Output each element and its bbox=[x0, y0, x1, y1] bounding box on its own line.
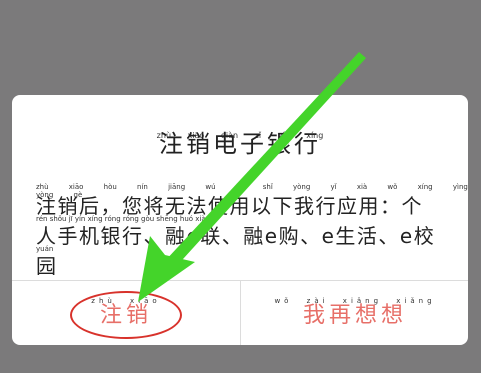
annotation-arrow-icon bbox=[138, 52, 366, 302]
arrow-shaft bbox=[164, 52, 366, 270]
